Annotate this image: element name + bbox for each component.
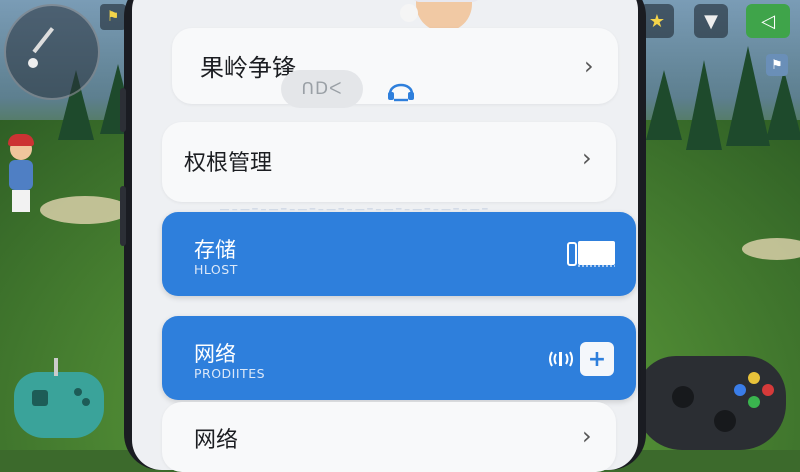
storage-title: 存储 [194, 238, 236, 262]
joystick-needle [32, 27, 55, 54]
tree [726, 46, 770, 146]
network-title: 网络 [194, 342, 236, 366]
chevron-right-icon[interactable]: › [582, 144, 592, 172]
storage-device-icon[interactable] [567, 239, 617, 269]
black-gamepad [636, 356, 786, 450]
network-subtitle: PRODIITES [194, 366, 266, 381]
joystick-knob [28, 58, 38, 68]
virtual-joystick[interactable] [4, 4, 100, 100]
tree [766, 70, 800, 140]
flag-button[interactable]: ⚑ [100, 4, 126, 30]
storage-subtitle: HLOST [194, 262, 238, 277]
golfer-character [4, 134, 38, 214]
signal-icon [549, 351, 573, 367]
teal-gamepad [14, 358, 104, 438]
status-pill: ᑎDᐸ [281, 70, 363, 108]
tree [686, 60, 722, 150]
permission-title: 权根管理 [184, 151, 273, 176]
headset-icon[interactable] [386, 74, 416, 104]
add-button[interactable]: + [580, 342, 614, 376]
chevron-right-icon[interactable]: › [584, 52, 594, 80]
app-title: 果岭争锋 [200, 54, 296, 82]
storage-card[interactable]: 存储 HLOST [162, 212, 636, 296]
map-marker-icon[interactable]: ⚑ [766, 54, 788, 76]
volume-button [120, 88, 126, 132]
chevron-right-icon[interactable]: › [582, 422, 592, 450]
hud-filter-button[interactable]: ▼ [694, 4, 728, 38]
volume-button [120, 186, 126, 246]
network-bottom-title: 网络 [194, 428, 239, 453]
sand-bunker [40, 196, 130, 224]
tree [646, 70, 682, 140]
hud-share-button[interactable]: ◁ [746, 4, 790, 38]
